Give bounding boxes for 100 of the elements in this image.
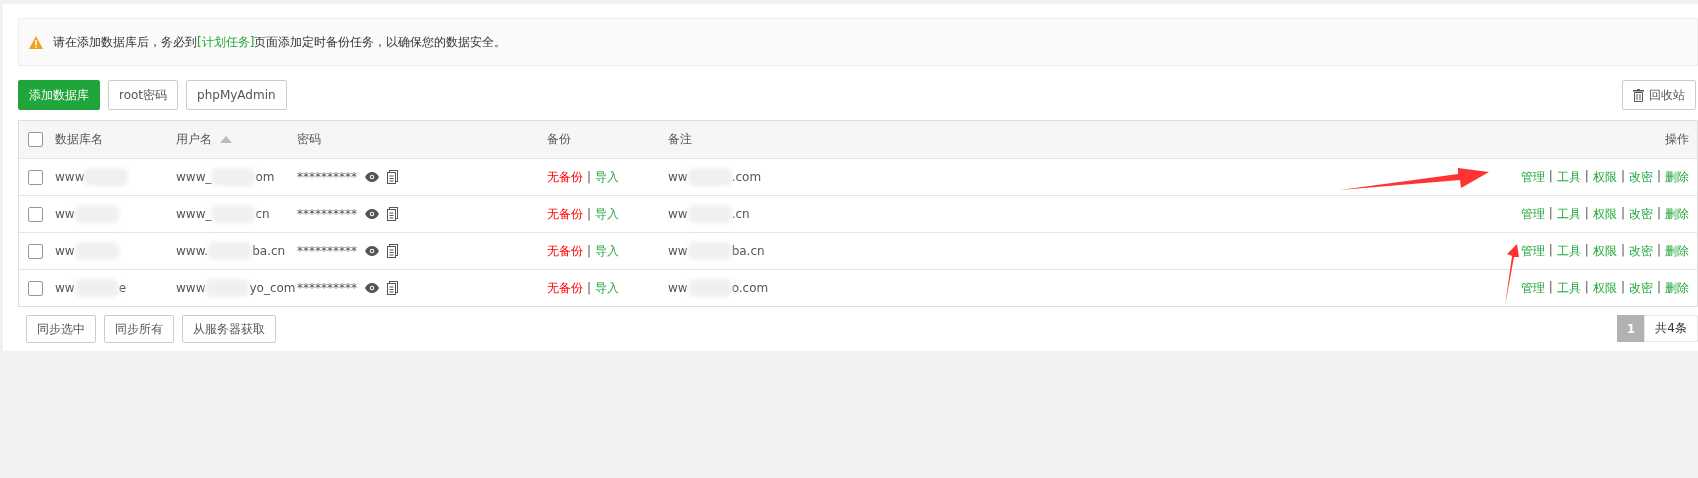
eye-icon[interactable] [365,209,379,219]
sync-button[interactable]: 同步选中 [26,315,96,343]
add-database-button[interactable]: 添加数据库 [18,80,100,110]
column-header[interactable]: 备份 [547,131,668,148]
cell-text: cn [255,207,270,221]
cell-text: www_ [176,170,212,184]
action-link[interactable]: 删除 [1665,168,1689,186]
cell-text: ww [55,281,75,295]
separator: | [1656,242,1661,259]
separator: | [1620,279,1625,296]
password-text: ********** [297,281,357,295]
page-number[interactable]: 1 [1617,315,1645,342]
action-link[interactable]: 管理 [1520,279,1545,297]
separator: | [1620,205,1625,222]
eye-icon[interactable] [365,172,379,182]
cell-text: www [55,170,85,184]
action-link[interactable]: 权限 [1592,168,1617,186]
separator: | [1656,168,1661,185]
recycle-bin-button[interactable]: 回收站 [1622,80,1696,110]
toolbar-button[interactable]: root密码 [108,80,179,110]
action-link[interactable]: 删除 [1665,242,1689,260]
separator: | [587,244,592,258]
import-link[interactable]: 导入 [595,242,620,260]
separator: | [1584,168,1589,185]
import-link[interactable]: 导入 [595,168,620,186]
separator: | [1548,279,1553,296]
action-link[interactable]: 工具 [1556,242,1581,260]
password-text: ********** [297,244,357,258]
copy-icon[interactable] [387,244,398,258]
cell-text: om [255,170,275,184]
cell-text: ww [55,244,75,258]
eye-icon[interactable] [365,283,379,293]
action-link[interactable]: 工具 [1556,205,1581,223]
backup-status: 无备份 [547,168,583,186]
action-link[interactable]: 管理 [1520,205,1545,223]
action-link[interactable]: 工具 [1556,168,1581,186]
action-link[interactable]: 权限 [1592,279,1617,297]
separator: | [1548,242,1553,259]
separator: | [587,170,592,184]
cell-text: ww [668,244,688,258]
action-link[interactable]: 改密 [1628,242,1653,260]
action-link[interactable]: 管理 [1520,168,1545,186]
separator: | [1620,242,1625,259]
action-link[interactable]: 权限 [1592,242,1617,260]
cell-text: ww [668,207,688,221]
column-header[interactable]: 用户名 [176,131,297,148]
cell-text: o.com [731,281,769,295]
column-header[interactable]: 密码 [297,131,547,148]
row-checkbox[interactable] [28,280,43,296]
trash-icon [1633,88,1644,102]
select-all-checkbox[interactable] [28,132,43,147]
notice-text: 请在添加数据库后，务必到[计划任务]页面添加定时备份任务，以确保您的数据安全。 [53,33,507,51]
import-link[interactable]: 导入 [595,205,620,223]
action-link[interactable]: 权限 [1592,205,1617,223]
separator: | [1656,279,1661,296]
total-count: 共4条 [1644,315,1698,342]
cell-text: www_ [176,207,212,221]
separator: | [1656,205,1661,222]
cell-text: .cn [731,207,750,221]
action-link[interactable]: 改密 [1628,168,1653,186]
password-text: ********** [297,170,357,184]
cell-text: ww [668,281,688,295]
schedule-link[interactable]: [计划任务] [197,34,255,49]
column-header[interactable]: 操作 [1437,131,1697,148]
action-link[interactable]: 删除 [1665,279,1689,297]
cell-text: yo_com [249,281,296,295]
copy-icon[interactable] [387,207,398,221]
cell-text: ba.cn [252,244,286,258]
column-header[interactable]: 数据库名 [55,131,176,148]
separator: | [1584,205,1589,222]
separator: | [1548,205,1553,222]
row-checkbox[interactable] [28,206,43,222]
cell-text: ww [668,170,688,184]
separator: | [587,207,592,221]
sync-button[interactable]: 从服务器获取 [182,315,276,343]
backup-status: 无备份 [547,242,583,260]
eye-icon[interactable] [365,246,379,256]
import-link[interactable]: 导入 [595,279,620,297]
cell-text: ba.cn [731,244,765,258]
copy-icon[interactable] [387,170,398,184]
action-link[interactable]: 删除 [1665,205,1689,223]
cell-text: www. [176,244,209,258]
warning-icon [29,35,43,49]
action-link[interactable]: 工具 [1556,279,1581,297]
separator: | [1584,242,1589,259]
copy-icon[interactable] [387,281,398,295]
password-text: ********** [297,207,357,221]
arrow-annotation [1505,244,1519,306]
separator: | [1548,168,1553,185]
action-link[interactable]: 改密 [1628,205,1653,223]
separator: | [1584,279,1589,296]
action-link[interactable]: 改密 [1628,279,1653,297]
sync-button[interactable]: 同步所有 [104,315,174,343]
toolbar-button[interactable]: phpMyAdmin [186,80,287,110]
cell-text: .com [731,170,762,184]
separator: | [587,281,592,295]
action-link[interactable]: 管理 [1520,242,1545,260]
row-checkbox[interactable] [28,243,43,259]
column-header[interactable]: 备注 [668,131,1437,148]
row-checkbox[interactable] [28,169,43,185]
